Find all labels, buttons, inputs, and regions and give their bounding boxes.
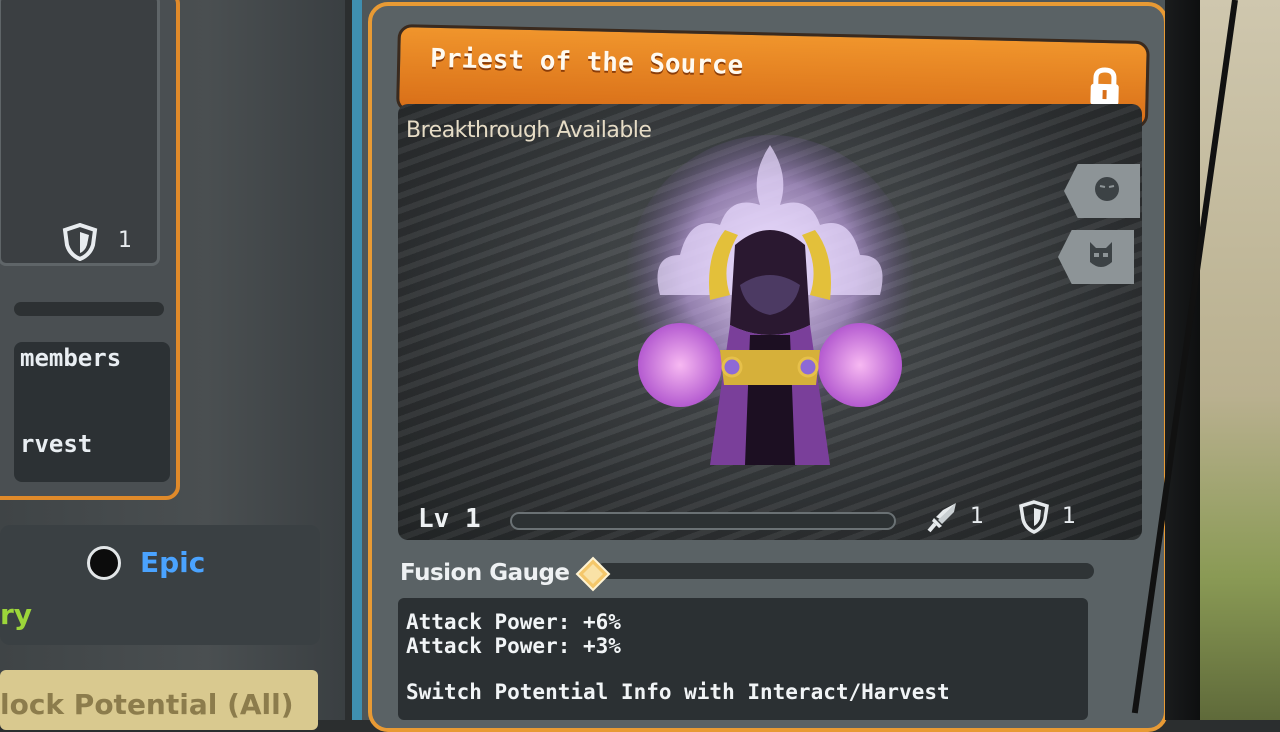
shield-icon xyxy=(1019,500,1049,534)
sword-icon xyxy=(927,503,956,533)
info-line-3: Switch Potential Info with Interact/Harv… xyxy=(406,680,950,704)
shield-icon xyxy=(62,223,98,261)
info-line-2: Attack Power: +3% xyxy=(406,634,621,658)
lock-icon[interactable] xyxy=(1087,67,1122,108)
helmet-button[interactable] xyxy=(1058,230,1134,284)
helmet-mask-icon xyxy=(1090,242,1112,267)
priest-character-image xyxy=(625,135,915,465)
fusion-gauge-bar xyxy=(596,563,1094,579)
breakthrough-status: Breakthrough Available xyxy=(406,118,652,143)
background-wall xyxy=(1200,0,1280,720)
defense-stat-value: 1 xyxy=(1062,504,1076,529)
experience-bar xyxy=(510,512,896,530)
face-button[interactable] xyxy=(1064,164,1140,218)
rarity-label: Epic xyxy=(140,546,206,579)
left-panel-bar xyxy=(14,302,164,316)
unlock-potential-label: lock Potential (All) xyxy=(0,688,294,721)
rarity-checkbox[interactable] xyxy=(87,546,121,580)
face-icon xyxy=(1095,177,1119,201)
level-label: Lv 1 xyxy=(418,504,481,534)
members-text: members xyxy=(20,344,122,372)
card-title: Priest of the Source xyxy=(429,43,744,81)
attack-stat-value: 1 xyxy=(970,504,984,529)
fusion-gauge-label: Fusion Gauge xyxy=(400,560,570,586)
info-line-1: Attack Power: +6% xyxy=(406,610,621,634)
left-panel-lower xyxy=(0,525,320,645)
diamond-gem-icon xyxy=(575,556,611,592)
category-text: ry xyxy=(0,598,33,631)
shield-count: 1 xyxy=(118,228,132,253)
harvest-text: rvest xyxy=(20,430,93,458)
